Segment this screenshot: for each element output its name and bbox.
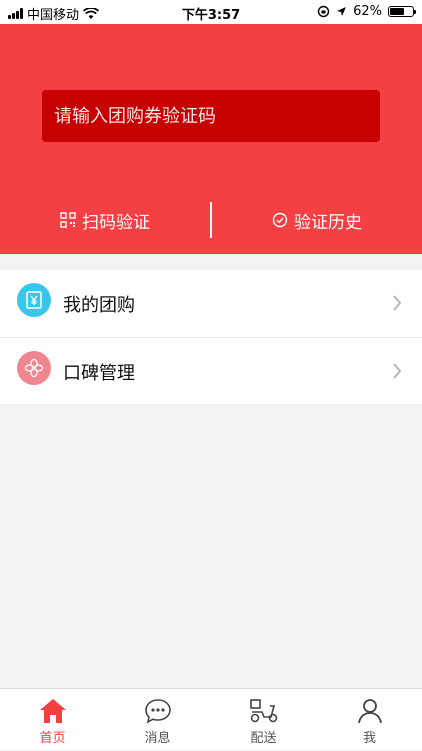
scan-verify-label: 扫码验证 — [82, 212, 150, 233]
flower-icon — [17, 351, 51, 385]
tab-me[interactable]: 我 — [317, 689, 422, 751]
hero-actions: 扫码验证 验证历史 — [0, 200, 422, 240]
location-arrow-icon — [337, 7, 347, 16]
tab-label: 首页 — [39, 731, 66, 746]
yen-voucher-icon — [17, 283, 51, 317]
menu-item-my-group-buy[interactable]: 我的团购 — [0, 270, 422, 337]
hero-divider — [210, 202, 212, 238]
bottom-tab-bar: 首页 消息 配送 我 — [0, 688, 422, 750]
delivery-scooter-icon — [249, 699, 277, 723]
status-bar: 中国移动 下午3:57 62% — [0, 0, 422, 24]
tab-home[interactable]: 首页 — [0, 689, 105, 751]
home-icon — [39, 699, 66, 723]
battery-percent: 62% — [353, 4, 382, 19]
qr-code-icon — [60, 212, 76, 228]
tab-label: 消息 — [144, 731, 171, 746]
menu-item-label: 口碑管理 — [63, 362, 135, 384]
user-icon — [357, 699, 382, 724]
message-icon — [144, 699, 171, 724]
verify-history-button[interactable]: 验证历史 — [272, 200, 362, 240]
tab-delivery[interactable]: 配送 — [211, 689, 316, 751]
battery-fill — [390, 8, 404, 15]
scan-verify-button[interactable]: 扫码验证 — [60, 200, 150, 240]
menu-item-label: 我的团购 — [63, 294, 135, 316]
tab-messages[interactable]: 消息 — [105, 689, 210, 751]
battery-icon — [388, 6, 416, 17]
tab-label: 配送 — [250, 731, 277, 746]
verify-history-label: 验证历史 — [294, 212, 362, 233]
status-right: 62% — [317, 4, 416, 19]
menu-item-reputation[interactable]: 口碑管理 — [0, 337, 422, 405]
chevron-right-icon — [393, 295, 402, 311]
orientation-lock-icon — [317, 5, 330, 18]
voucher-code-input[interactable] — [42, 90, 380, 142]
check-circle-icon — [272, 212, 288, 228]
chevron-right-icon — [393, 363, 402, 379]
menu-list: 我的团购 口碑管理 — [0, 270, 422, 404]
verification-header: 扫码验证 验证历史 — [0, 24, 422, 254]
tab-label: 我 — [362, 731, 376, 746]
